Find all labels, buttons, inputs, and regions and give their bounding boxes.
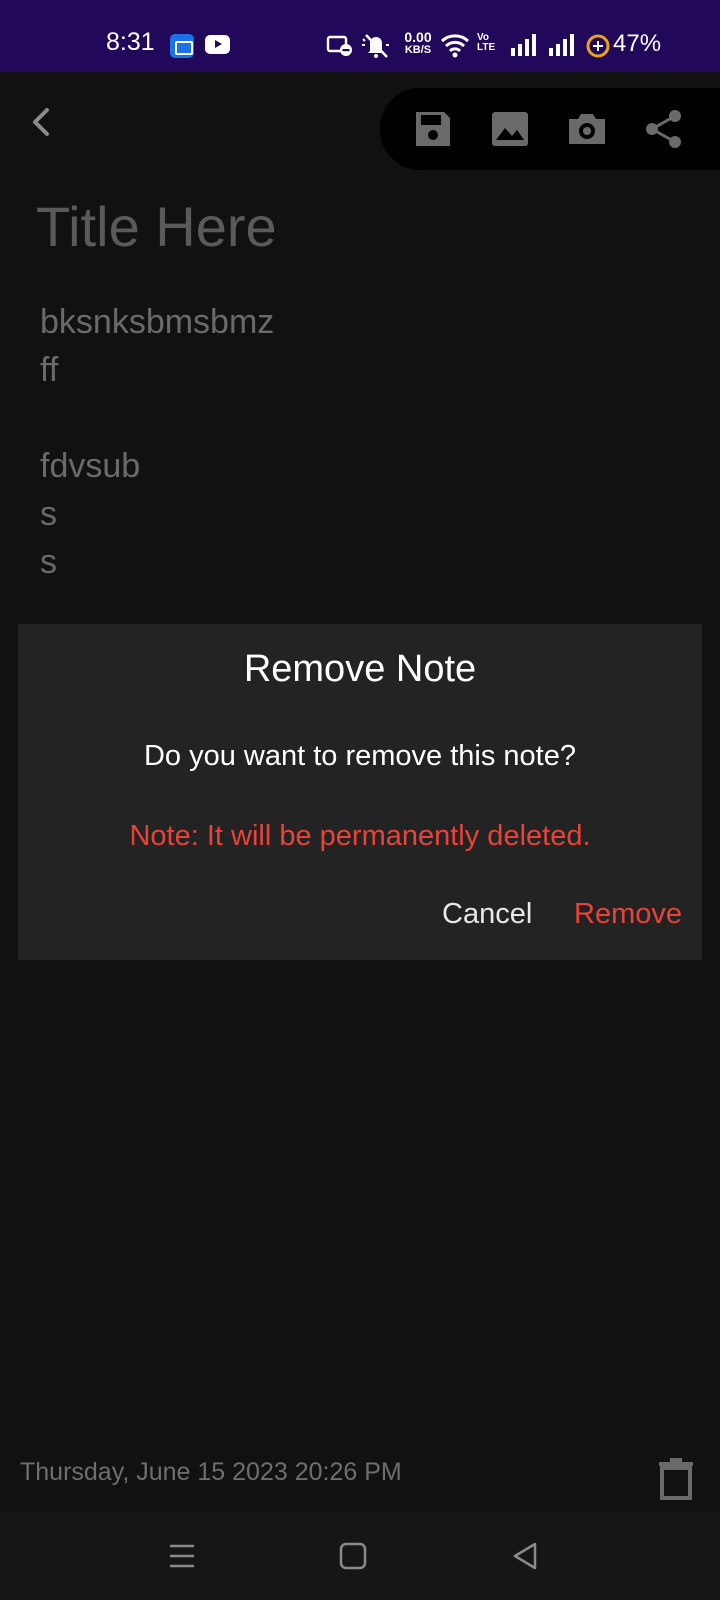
speed-unit: KB/S: [404, 44, 432, 56]
youtube-icon: [205, 35, 230, 54]
battery-percentage: 47%: [613, 30, 662, 57]
status-time: 8:31: [106, 28, 155, 56]
volte-line2: LTE: [477, 42, 496, 53]
battery-saver-icon: [586, 34, 610, 58]
image-icon[interactable]: [489, 108, 531, 150]
cast-icon: [326, 35, 352, 56]
remove-button[interactable]: Remove: [574, 898, 682, 931]
cancel-button[interactable]: Cancel: [442, 898, 532, 931]
wifi-icon: [440, 34, 470, 58]
status-bar: 8:31 0.00 KB/S Vo LTE 47%: [0, 0, 720, 72]
camera-icon[interactable]: [566, 108, 608, 150]
dialog-title: Remove Note: [243, 648, 477, 690]
editor-toolbar: [380, 88, 720, 170]
back-icon[interactable]: [505, 1538, 545, 1574]
system-nav-bar: [0, 1512, 720, 1600]
remove-note-dialog: Remove Note Do you want to remove this n…: [18, 624, 702, 960]
signal-icon: [549, 34, 574, 56]
signal-icon: [511, 34, 536, 56]
network-speed: 0.00 KB/S: [400, 30, 436, 56]
share-icon[interactable]: [643, 108, 685, 150]
note-date: Thursday, June 15 2023 20:26 PM: [20, 1458, 402, 1486]
menu-icon[interactable]: [162, 1538, 202, 1574]
dialog-message: Do you want to remove this note?: [143, 740, 576, 772]
dialog-warning: Note: It will be permanently deleted.: [129, 820, 591, 852]
note-title-input[interactable]: Title Here: [36, 194, 676, 259]
delete-icon[interactable]: [656, 1458, 696, 1500]
app-notification-icon: [170, 34, 194, 58]
speed-value: 0.00: [404, 29, 432, 45]
back-arrow-icon[interactable]: [22, 102, 62, 142]
mute-icon: [362, 34, 389, 58]
volte-indicator: Vo LTE: [477, 33, 499, 53]
save-icon[interactable]: [412, 108, 454, 150]
note-body-input[interactable]: bksnksbmsbmz ff fdvsub s s: [40, 298, 680, 586]
home-icon[interactable]: [333, 1538, 373, 1574]
